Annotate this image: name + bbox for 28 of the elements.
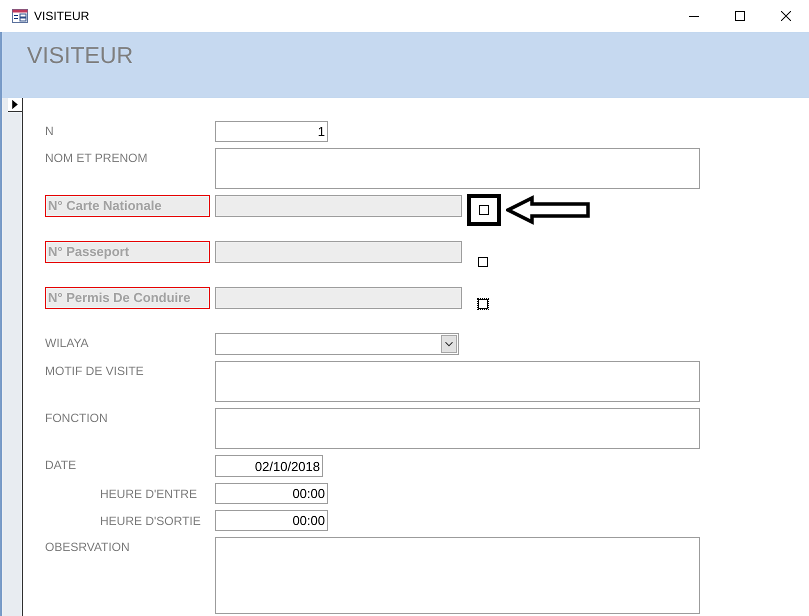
maximize-icon[interactable] xyxy=(735,11,745,21)
field-label: DATE xyxy=(45,457,78,474)
field-label: OBESRVATION xyxy=(45,539,131,556)
input-field[interactable]: 02/10/2018 xyxy=(215,455,323,477)
field-label: HEURE D'SORTIE xyxy=(100,513,202,530)
input-field[interactable] xyxy=(215,148,700,189)
field-label: N° Carte Nationale xyxy=(45,195,210,217)
form-icon xyxy=(12,9,28,23)
input-field[interactable]: 00:00 xyxy=(215,510,328,531)
field-label: WILAYA xyxy=(45,335,90,352)
chevron-down-icon[interactable] xyxy=(441,335,457,353)
input-field[interactable] xyxy=(215,537,700,614)
dropdown-field[interactable] xyxy=(215,333,459,355)
current-record-icon[interactable] xyxy=(8,98,22,112)
field-label: NOM ET PRENOM xyxy=(45,150,148,167)
window-title: VISITEUR xyxy=(34,8,90,25)
field-label: MOTIF DE VISITE xyxy=(45,363,145,380)
input-field[interactable] xyxy=(215,361,700,402)
form-title: VISITEUR xyxy=(27,42,134,68)
field-label: N° Passeport xyxy=(45,241,210,263)
field-label: N° Permis De Conduire xyxy=(45,287,210,309)
input-field[interactable]: 1 xyxy=(215,121,328,142)
input-field[interactable] xyxy=(215,408,700,449)
field-label: N xyxy=(45,123,55,140)
input-field[interactable]: 00:00 xyxy=(215,483,328,504)
field-label: HEURE D'ENTRE xyxy=(100,486,198,503)
close-icon[interactable] xyxy=(781,11,791,21)
field-label: FONCTION xyxy=(45,410,109,427)
